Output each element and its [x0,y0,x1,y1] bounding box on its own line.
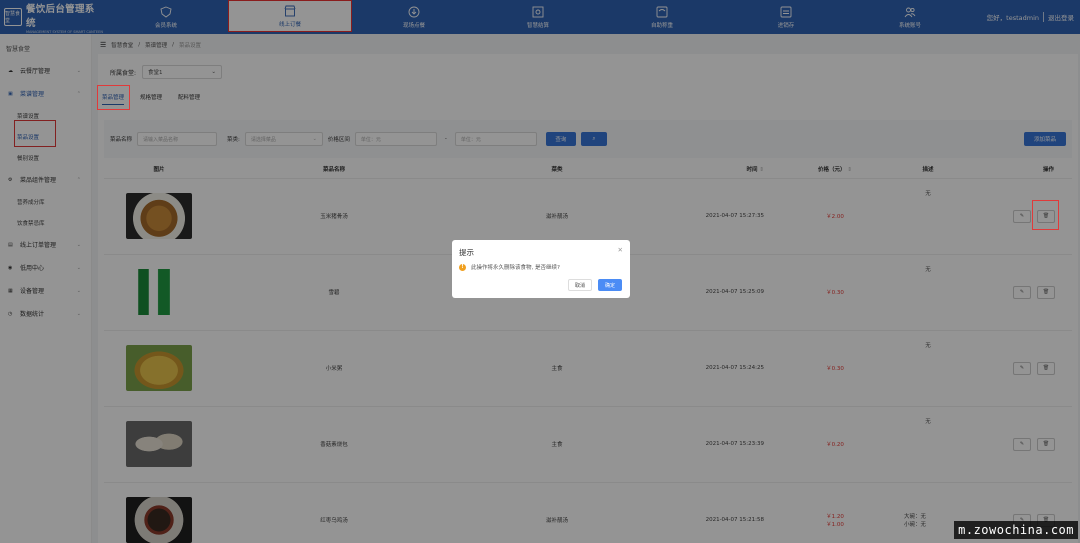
dialog-buttons: 取消 确定 [568,279,622,291]
dialog-message: ! 此操作将永久删除该食物, 是否继续? [459,263,560,271]
watermark: m.zowochina.com [954,521,1078,539]
dialog-title: 提示 [459,248,474,257]
confirm-dialog: 提示 ✕ ! 此操作将永久删除该食物, 是否继续? 取消 确定 [452,240,630,298]
warning-icon: ! [459,263,466,271]
confirm-button[interactable]: 确定 [598,279,622,291]
cancel-button[interactable]: 取消 [568,279,592,291]
highlight-box-delete-button [1032,200,1059,230]
highlight-box-dish-tab [97,85,130,110]
close-icon[interactable]: ✕ [618,246,623,254]
